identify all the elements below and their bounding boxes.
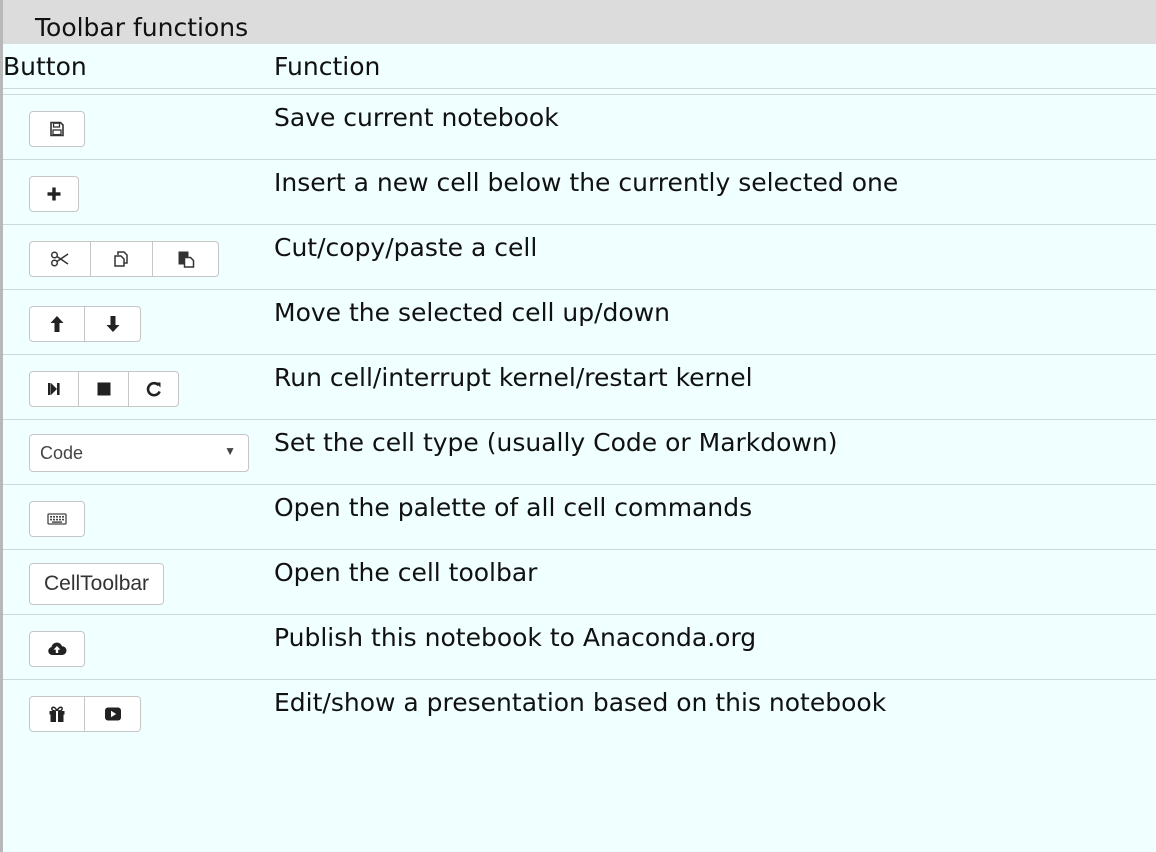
caret-down-icon: ▼ [224, 444, 236, 458]
header-button: Button [3, 51, 87, 81]
table-title-text: Toolbar functions [35, 13, 249, 42]
scissors-icon [50, 251, 69, 267]
button-cell [3, 225, 274, 289]
table-row: Cut/copy/paste a cell [3, 225, 1156, 290]
table-row: Open the palette of all cell commands [3, 485, 1156, 550]
table-header-row: Button Function [3, 44, 1156, 89]
table-title: Toolbar functions [3, 0, 1156, 44]
table-row: Code ▼ Set the cell type (usually Code o… [3, 420, 1156, 485]
interrupt-kernel-button[interactable] [79, 371, 129, 407]
paste-icon [178, 251, 194, 268]
cut-button[interactable] [29, 241, 91, 277]
refresh-icon [146, 381, 161, 397]
button-cell [3, 290, 274, 354]
button-cell: Code ▼ [3, 420, 274, 484]
function-cell: Run cell/interrupt kernel/restart kernel [274, 363, 753, 392]
button-cell [3, 680, 274, 745]
button-cell [3, 355, 274, 419]
button-cell [3, 485, 274, 549]
table-row: Edit/show a presentation based on this n… [3, 680, 1156, 745]
button-cell [3, 615, 274, 679]
plus-icon [47, 187, 61, 201]
table-row: Save current notebook [3, 95, 1156, 160]
paste-button[interactable] [153, 241, 219, 277]
function-cell: Save current notebook [274, 103, 559, 132]
table-row: Insert a new cell below the currently se… [3, 160, 1156, 225]
function-cell: Move the selected cell up/down [274, 298, 670, 327]
step-forward-icon [48, 383, 60, 395]
arrow-up-icon [50, 316, 64, 332]
cell-type-select[interactable]: Code ▼ [29, 434, 249, 472]
restart-kernel-button[interactable] [129, 371, 179, 407]
table-row: Publish this notebook to Anaconda.org [3, 615, 1156, 680]
cell-toolbar-button[interactable]: CellToolbar [29, 563, 165, 605]
function-cell: Open the palette of all cell commands [274, 493, 753, 522]
toolbar-functions-table: Toolbar functions Button Function Save c… [0, 0, 1156, 852]
save-icon [50, 121, 64, 137]
table-row: Run cell/interrupt kernel/restart kernel [3, 355, 1156, 420]
play-icon [104, 707, 121, 721]
move-down-button[interactable] [85, 306, 141, 342]
copy-button[interactable] [91, 241, 153, 277]
function-cell: Open the cell toolbar [274, 558, 538, 587]
stop-icon [97, 382, 110, 396]
edit-presentation-button[interactable] [29, 696, 85, 732]
button-cell: CellToolbar [3, 550, 274, 614]
copy-icon [113, 251, 128, 267]
publish-button[interactable] [29, 631, 85, 667]
show-presentation-button[interactable] [85, 696, 141, 732]
run-cell-button[interactable] [29, 371, 79, 407]
function-cell: Set the cell type (usually Code or Markd… [274, 428, 838, 457]
button-cell [3, 160, 274, 224]
function-cell: Insert a new cell below the currently se… [274, 168, 899, 197]
header-function: Function [274, 51, 381, 81]
keyboard-icon [47, 513, 67, 525]
function-cell: Publish this notebook to Anaconda.org [274, 623, 757, 652]
table-row: Move the selected cell up/down [3, 290, 1156, 355]
table-row: CellToolbar Open the cell toolbar [3, 550, 1156, 615]
cloud-upload-icon [48, 642, 67, 655]
function-cell: Cut/copy/paste a cell [274, 233, 538, 262]
command-palette-button[interactable] [29, 501, 85, 537]
move-up-button[interactable] [29, 306, 85, 342]
save-button[interactable] [29, 111, 85, 147]
arrow-down-icon [106, 316, 119, 332]
function-cell: Edit/show a presentation based on this n… [274, 688, 887, 717]
gift-icon [49, 706, 65, 722]
insert-cell-button[interactable] [29, 176, 79, 212]
cell-type-select-value: Code [40, 442, 84, 463]
button-cell [3, 95, 274, 159]
